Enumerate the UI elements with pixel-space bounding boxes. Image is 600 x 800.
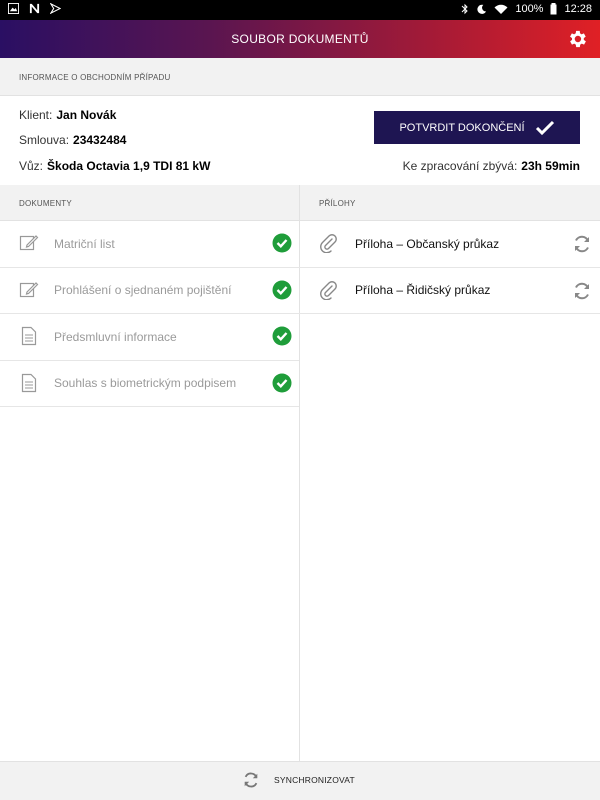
car-value: Škoda Octavia 1,9 TDI 81 kW	[47, 159, 211, 173]
info-section-title: INFORMACE O OBCHODNÍM PŘÍPADU	[19, 73, 171, 82]
info-section-header: INFORMACE O OBCHODNÍM PŘÍPADU	[0, 58, 600, 96]
client-value: Jan Novák	[56, 108, 117, 122]
documents-header: DOKUMENTY	[0, 185, 300, 221]
battery-icon	[550, 3, 557, 15]
client-row: Klient: Jan Novák	[19, 108, 116, 122]
app-bar: SOUBOR DOKUMENTŮ	[0, 20, 600, 58]
synchronize-button[interactable]: SYNCHRONIZOVAT	[242, 771, 355, 789]
attachment-label: Příloha – Řidičský průkaz	[355, 283, 491, 298]
car-label: Vůz:	[19, 159, 44, 173]
list-item[interactable]: Příloha – Občanský průkaz	[0, 221, 600, 268]
confirm-completion-button[interactable]: POTVRDIT DOKONČENÍ	[374, 111, 580, 144]
contract-label: Smlouva:	[19, 133, 70, 147]
remaining-value: 23h 59min	[521, 159, 580, 173]
bluetooth-icon	[461, 3, 469, 15]
refresh-icon[interactable]	[572, 234, 592, 254]
attachments-list: Příloha – Občanský průkaz Příloha – Řidi…	[0, 221, 600, 761]
clock: 12:28	[564, 3, 592, 15]
car-row: Vůz: Škoda Octavia 1,9 TDI 81 kW	[19, 159, 210, 173]
status-bar: 100% 12:28	[0, 0, 600, 20]
refresh-icon[interactable]	[572, 281, 592, 301]
list-item[interactable]: Příloha – Řidičský průkaz	[0, 268, 600, 314]
download-icon	[50, 3, 61, 14]
document-label: Souhlas s biometrickým podpisem	[54, 376, 237, 391]
app-title: SOUBOR DOKUMENTŮ	[231, 32, 369, 46]
documents-title: DOKUMENTY	[19, 199, 72, 208]
battery-level: 100%	[515, 3, 544, 15]
check-circle-icon	[272, 373, 292, 392]
image-icon	[8, 3, 19, 14]
sync-icon	[244, 772, 258, 788]
check-circle-icon	[272, 326, 292, 346]
document-label: Předsmluvní informace	[54, 329, 177, 344]
contract-row: Smlouva: 23432484	[19, 133, 126, 147]
remaining-label: Ke zpracování zbývá:	[402, 159, 518, 173]
list-item[interactable]: Předsmluvní informace	[0, 314, 299, 361]
document-icon	[21, 373, 37, 392]
attachments-header: PŘÍLOHY	[300, 185, 600, 221]
gear-icon[interactable]	[566, 28, 588, 50]
moon-icon	[477, 4, 487, 14]
attachments-title: PŘÍLOHY	[319, 199, 356, 208]
confirm-button-label: POTVRDIT DOKONČENÍ	[399, 121, 525, 134]
n-icon	[29, 3, 40, 14]
list-item[interactable]: Souhlas s biometrickým podpisem	[0, 361, 299, 407]
checkmark-icon	[535, 120, 554, 135]
client-label: Klient:	[19, 108, 53, 122]
document-icon	[21, 326, 37, 346]
remaining-time: Ke zpracování zbývá: 23h 59min	[403, 159, 580, 173]
synchronize-label: SYNCHRONIZOVAT	[274, 775, 355, 785]
footer-bar: SYNCHRONIZOVAT	[0, 761, 600, 800]
wifi-icon	[494, 4, 508, 14]
attachment-label: Příloha – Občanský průkaz	[355, 236, 500, 251]
paperclip-icon	[320, 280, 337, 300]
paperclip-icon	[320, 234, 337, 253]
contract-value: 23432484	[73, 133, 127, 147]
